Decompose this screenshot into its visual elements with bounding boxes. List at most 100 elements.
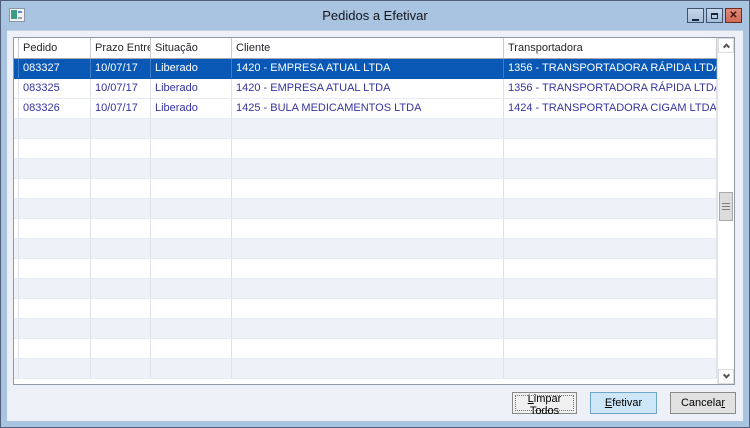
cell-pedido xyxy=(19,279,91,298)
cell-situacao xyxy=(151,359,232,378)
cell-cliente xyxy=(232,179,504,198)
efetivar-button[interactable]: Efetivar xyxy=(590,392,657,414)
window-title: Pedidos a Efetivar xyxy=(322,8,428,23)
cell-situacao xyxy=(151,339,232,358)
table-row-empty xyxy=(14,239,717,259)
cell-pedido xyxy=(19,299,91,318)
titlebar[interactable]: Pedidos a Efetivar ✕ xyxy=(1,1,749,30)
cell-prazo_entrega xyxy=(91,359,151,378)
cell-situacao: Liberado xyxy=(151,59,232,78)
cell-cliente xyxy=(232,299,504,318)
cell-prazo_entrega xyxy=(91,299,151,318)
cell-prazo_entrega xyxy=(91,259,151,278)
cell-prazo_entrega xyxy=(91,339,151,358)
cell-cliente xyxy=(232,359,504,378)
scroll-up-button[interactable] xyxy=(718,38,734,53)
column-header-pedido[interactable]: Pedido xyxy=(19,38,91,58)
cell-pedido: 083325 xyxy=(19,79,91,98)
minimize-button[interactable] xyxy=(687,8,704,23)
column-header-transportadora[interactable]: Transportadora xyxy=(504,38,717,58)
cell-prazo_entrega xyxy=(91,239,151,258)
scrollbar-thumb[interactable] xyxy=(719,192,733,221)
cell-situacao xyxy=(151,299,232,318)
cell-prazo_entrega: 10/07/17 xyxy=(91,99,151,118)
table-row-empty xyxy=(14,179,717,199)
cell-transportadora xyxy=(504,299,717,318)
cell-pedido xyxy=(19,139,91,158)
close-icon: ✕ xyxy=(729,9,738,21)
table-row-empty xyxy=(14,299,717,319)
cell-transportadora xyxy=(504,139,717,158)
cell-transportadora xyxy=(504,259,717,278)
table-row-empty xyxy=(14,339,717,359)
cell-prazo_entrega xyxy=(91,219,151,238)
cell-prazo_entrega xyxy=(91,159,151,178)
cell-cliente xyxy=(232,239,504,258)
cell-transportadora xyxy=(504,279,717,298)
cell-pedido xyxy=(19,319,91,338)
cell-cliente xyxy=(232,159,504,178)
cell-cliente xyxy=(232,219,504,238)
cell-pedido xyxy=(19,119,91,138)
scroll-down-button[interactable] xyxy=(718,369,734,384)
table-row[interactable]: 083326 10/07/17 Liberado 1425 - BULA MEDICA… xyxy=(14,99,717,119)
grid-header: PedidoPrazo EntregaSituaçãoClienteTransp… xyxy=(14,38,717,59)
table-row-empty xyxy=(14,219,717,239)
maximize-button[interactable] xyxy=(706,8,723,23)
cell-pedido xyxy=(19,199,91,218)
close-button[interactable]: ✕ xyxy=(725,8,742,23)
cell-cliente: 1420 - EMPRESA ATUAL LTDA xyxy=(232,59,504,78)
cell-pedido xyxy=(19,359,91,378)
cell-prazo_entrega xyxy=(91,319,151,338)
orders-grid: PedidoPrazo EntregaSituaçãoClienteTransp… xyxy=(13,37,735,385)
cell-pedido xyxy=(19,259,91,278)
cell-situacao xyxy=(151,259,232,278)
cell-cliente: 1425 - BULA MEDICAMENTOS LTDA xyxy=(232,99,504,118)
maximize-icon xyxy=(711,12,718,19)
cell-cliente xyxy=(232,139,504,158)
cell-situacao xyxy=(151,319,232,338)
cell-situacao xyxy=(151,159,232,178)
cell-transportadora xyxy=(504,219,717,238)
cell-transportadora xyxy=(504,159,717,178)
grip-icon xyxy=(722,203,730,210)
column-header-cliente[interactable]: Cliente xyxy=(232,38,504,58)
vertical-scrollbar[interactable] xyxy=(717,38,734,384)
column-header-prazo_entrega[interactable]: Prazo Entrega xyxy=(91,38,151,58)
table-row-empty xyxy=(14,319,717,339)
cell-cliente: 1420 - EMPRESA ATUAL LTDA xyxy=(232,79,504,98)
cell-pedido xyxy=(19,179,91,198)
cell-transportadora xyxy=(504,339,717,358)
cell-cliente xyxy=(232,119,504,138)
cell-situacao xyxy=(151,219,232,238)
cell-prazo_entrega xyxy=(91,139,151,158)
chevron-up-icon xyxy=(722,43,730,51)
cell-transportadora: 1356 - TRANSPORTADORA RÁPIDA LTDA xyxy=(504,79,717,98)
cancelar-button[interactable]: Cancelar xyxy=(670,392,736,414)
limpar-todos-button[interactable]: Limpar Todos xyxy=(512,392,577,417)
chevron-down-icon xyxy=(722,371,730,379)
cell-prazo_entrega xyxy=(91,179,151,198)
table-row[interactable]: 083327 10/07/17 Liberado 1420 - EMPRESA ATU… xyxy=(14,59,717,79)
table-row-empty xyxy=(14,359,717,379)
scrollbar-track[interactable] xyxy=(718,53,734,369)
table-row-empty xyxy=(14,159,717,179)
cell-transportadora xyxy=(504,119,717,138)
cell-situacao xyxy=(151,179,232,198)
table-row-empty xyxy=(14,139,717,159)
table-row-empty xyxy=(14,259,717,279)
cell-pedido xyxy=(19,339,91,358)
cell-situacao xyxy=(151,139,232,158)
cell-transportadora xyxy=(504,359,717,378)
cell-transportadora xyxy=(504,179,717,198)
table-row[interactable]: 083325 10/07/17 Liberado 1420 - EMPRESA ATU… xyxy=(14,79,717,99)
grid: PedidoPrazo EntregaSituaçãoClienteTransp… xyxy=(14,38,717,384)
table-row-empty xyxy=(14,119,717,139)
cell-situacao xyxy=(151,199,232,218)
cell-prazo_entrega xyxy=(91,279,151,298)
grid-body: 083327 10/07/17 Liberado 1420 - EMPRESA ATU… xyxy=(14,59,717,384)
column-header-situacao[interactable]: Situação xyxy=(151,38,232,58)
cell-situacao: Liberado xyxy=(151,99,232,118)
window-controls: ✕ xyxy=(687,8,742,23)
cell-pedido xyxy=(19,219,91,238)
